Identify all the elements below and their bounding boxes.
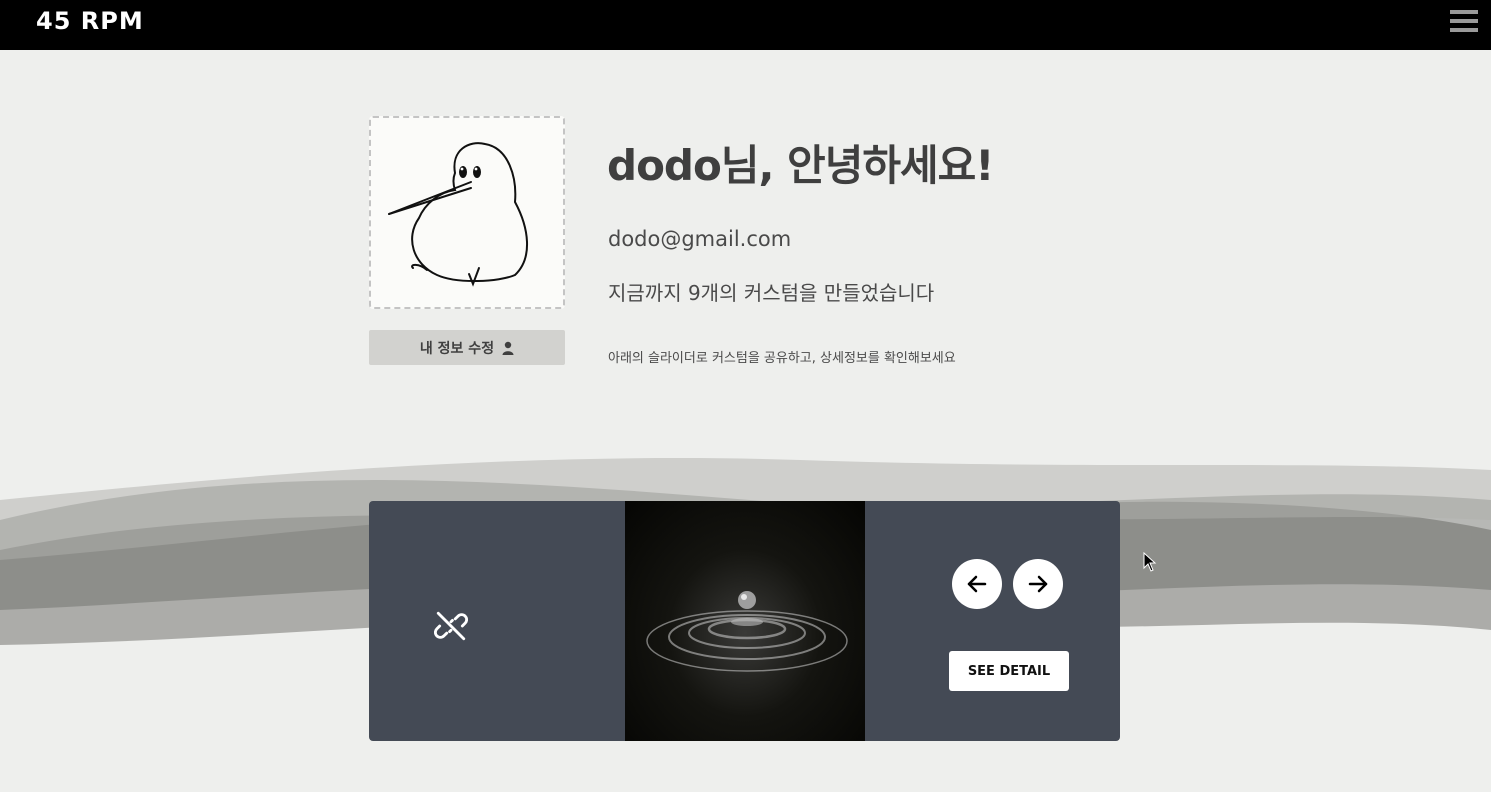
- mouse-cursor-icon: [1143, 552, 1157, 572]
- see-detail-button[interactable]: SEE DETAIL: [949, 651, 1069, 691]
- user-icon: [502, 341, 514, 355]
- arrow-right-icon: [1028, 575, 1048, 593]
- arrow-left-icon: [967, 575, 987, 593]
- user-email: dodo@gmail.com: [608, 227, 792, 251]
- custom-slider: SEE DETAIL: [369, 501, 1120, 741]
- kiwi-bird-avatar: [388, 142, 528, 287]
- next-button[interactable]: [1013, 559, 1063, 609]
- logo[interactable]: 45 RPM: [36, 7, 144, 35]
- hamburger-menu-icon[interactable]: [1450, 10, 1478, 36]
- water-drop-ripple-image: [625, 501, 865, 741]
- previous-button[interactable]: [952, 559, 1002, 609]
- profile-avatar: [369, 116, 565, 309]
- slider-hint-text: 아래의 슬라이더로 커스텀을 공유하고, 상세정보를 확인해보세요: [608, 351, 956, 366]
- greeting-title: dodo님, 안녕하세요!: [607, 141, 994, 190]
- edit-profile-button[interactable]: 내 정보 수정: [369, 330, 565, 365]
- edit-profile-label: 내 정보 수정: [419, 340, 495, 357]
- top-navigation-bar: 45 RPM: [0, 0, 1491, 50]
- custom-count-text: 지금까지 9개의 커스텀을 만들었습니다: [608, 281, 935, 305]
- unlink-icon[interactable]: [434, 609, 468, 643]
